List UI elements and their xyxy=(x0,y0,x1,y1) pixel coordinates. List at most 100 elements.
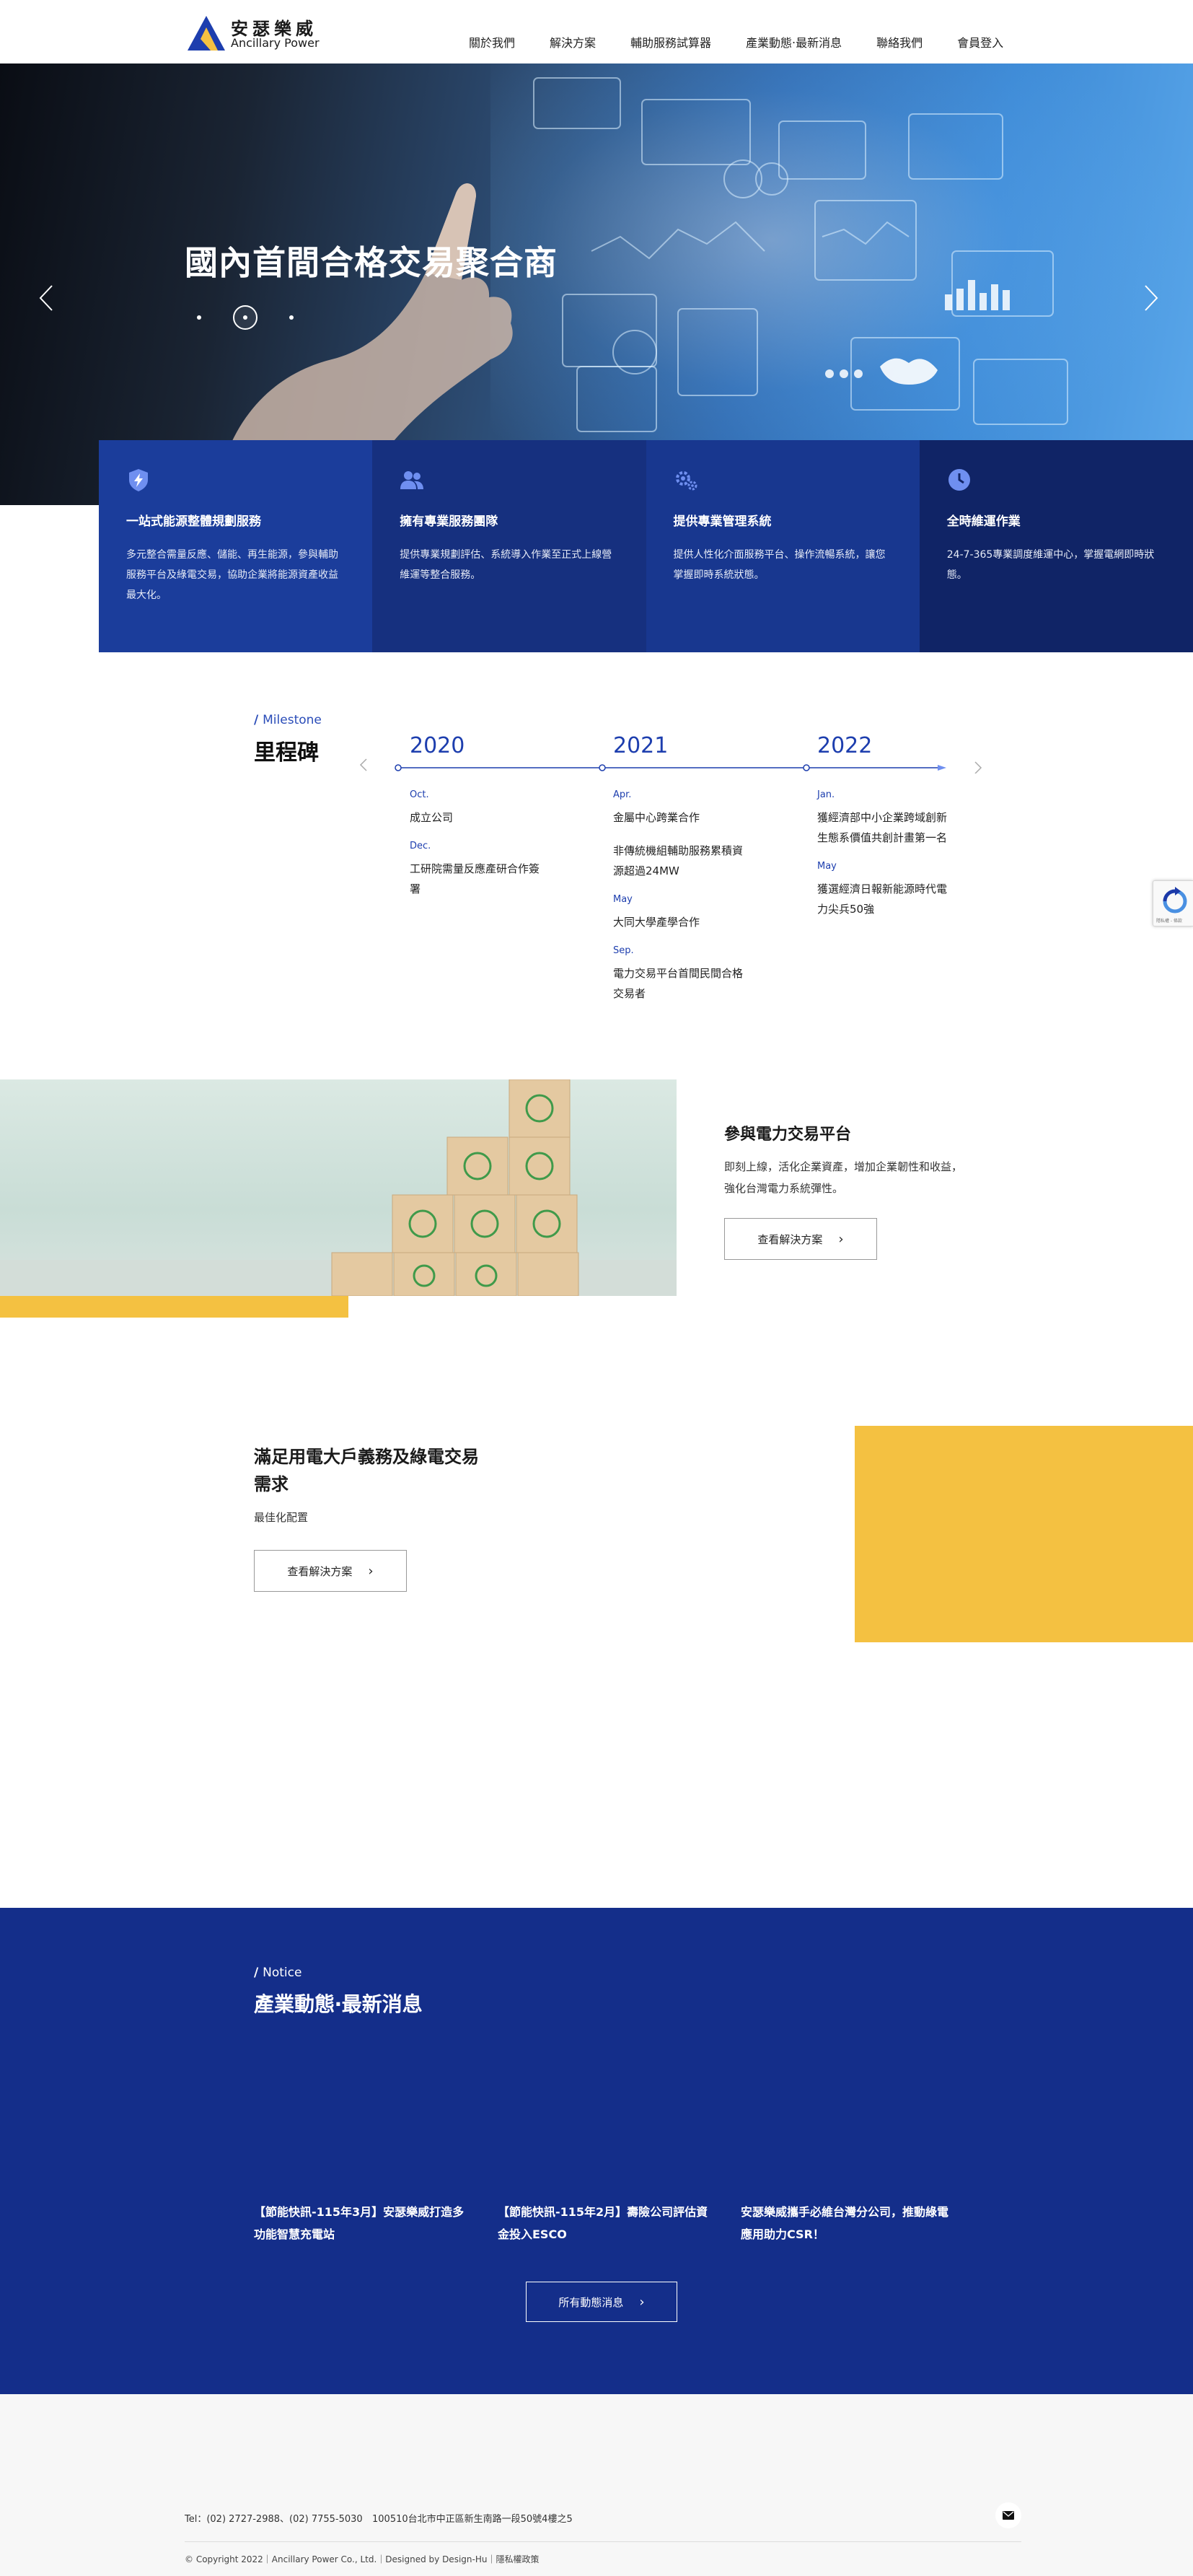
milestone-month: Jan. xyxy=(817,789,835,800)
team-icon xyxy=(400,471,424,489)
milestone-event: 大同大學產學合作 xyxy=(613,916,700,929)
hero-slide-dot[interactable] xyxy=(289,315,294,320)
feature-card-maintenance: 全時維運作業 24-7-365專業調度維運中心，掌握電網即時狀態。 xyxy=(919,440,1193,652)
nav-item-contact[interactable]: 聯絡我們 xyxy=(876,33,923,51)
milestone-event: 金屬中心跨業合作 xyxy=(613,811,700,824)
platform-solution-button[interactable]: 查看解決方案 › xyxy=(724,1218,877,1260)
hero-hologram-graphic xyxy=(533,77,1068,432)
mail-button[interactable] xyxy=(995,2502,1021,2528)
hero-slide-dot[interactable] xyxy=(197,315,201,320)
milestone-event: 工研院需量反應產研合作簽署 xyxy=(410,862,540,895)
nav-item-login[interactable]: 會員登入 xyxy=(957,33,1003,51)
milestone-event: 成立公司 xyxy=(410,811,454,824)
news-item[interactable]: 安瑟樂威攜手必維台灣分公司，推動綠電應用助力CSR！ xyxy=(741,2201,957,2246)
chevron-right-icon: › xyxy=(639,2294,645,2310)
brand-logo[interactable]: 安瑟樂威 Ancillary Power xyxy=(186,14,330,52)
milestone-event: 非傳統機組輔助服務累積資源超過24MW xyxy=(613,844,744,877)
milestone-tag: / Milestone xyxy=(254,713,322,727)
accent-bar-yellow xyxy=(0,1296,348,1318)
feature-title: 擁有專業服務團隊 xyxy=(400,514,498,529)
hero-slide-dot-core xyxy=(243,315,247,320)
copyright-text: © Copyright 2022｜Ancillary Power Co., Lt… xyxy=(185,2554,496,2564)
feature-card-system: 提供專業管理系統 提供人性化介面服務平台、操作流暢系統，讓您掌握即時系統狀態。 xyxy=(646,440,920,652)
milestone-month: Apr. xyxy=(613,789,632,800)
recaptcha-badge[interactable]: 隱私權 - 條款 xyxy=(1153,880,1193,926)
chevron-left-icon xyxy=(39,285,53,311)
milestone-tag-text: Milestone xyxy=(263,713,322,727)
milestone-month: May xyxy=(817,861,837,872)
milestone-month: Sep. xyxy=(613,945,634,956)
wooden-blocks-graphic xyxy=(0,1079,677,1296)
feature-title: 提供專業管理系統 xyxy=(673,514,772,529)
feature-desc: 多元整合需量反應、儲能、再生能源，參與輔助服務平台及綠電交易，協助企業將能源資產… xyxy=(126,549,338,601)
feature-card-team: 擁有專業服務團隊 提供專業規劃評估、系統導入作業至正式上線營維運等整合服務。 xyxy=(372,440,646,652)
milestone-month: Dec. xyxy=(410,841,431,851)
feature-desc: 提供專業規劃評估、系統導入作業至正式上線營維運等整合服務。 xyxy=(400,549,612,581)
milestone-title: 里程碑 xyxy=(254,740,319,766)
timeline-prev-icon xyxy=(359,758,367,771)
notice-tag-text: Notice xyxy=(263,1966,302,1980)
milestone-event: 電力交易平台首間民間合格交易者 xyxy=(613,967,744,1000)
demand-subtitle: 最佳化配置 xyxy=(254,1511,309,1524)
timeline-next-icon xyxy=(974,761,982,774)
hero-banner: 國內首間合格交易聚合商 xyxy=(0,63,1193,505)
site-header: 安瑟樂威 Ancillary Power 關於我們 解決方案 輔助服務試算器 產… xyxy=(0,0,1193,63)
button-label: 所有動態消息 xyxy=(558,2295,624,2309)
milestone-month: Oct. xyxy=(410,789,429,800)
feature-title: 全時維運作業 xyxy=(946,514,1021,529)
demand-solution-button[interactable]: 查看解決方案 › xyxy=(254,1550,407,1592)
chevron-right-icon: › xyxy=(368,1563,374,1579)
notice-section: / Notice 產業動態‧最新消息 【節能快訊-115年3月】安瑟樂威打造多功… xyxy=(0,1908,1193,2394)
hero-prev-arrow[interactable] xyxy=(36,280,58,316)
feature-title: 一站式能源整體規劃服務 xyxy=(126,514,261,529)
notice-title: 產業動態‧最新消息 xyxy=(254,1992,423,2016)
nav-item-about[interactable]: 關於我們 xyxy=(469,33,515,51)
feature-cards: 一站式能源整體規劃服務 多元整合需量反應、儲能、再生能源，參與輔助服務平台及綠電… xyxy=(99,440,1193,652)
news-item[interactable]: 【節能快訊-115年2月】壽險公司評估資金投入ESCO xyxy=(498,2201,714,2246)
hero-next-arrow[interactable] xyxy=(1140,280,1161,316)
chevron-right-icon xyxy=(1145,285,1158,311)
clock-icon xyxy=(948,469,970,491)
main-nav: 關於我們 解決方案 輔助服務試算器 產業動態‧最新消息 聯絡我們 會員登入 xyxy=(469,33,1038,51)
site-footer: Tel：(02) 2727-2988、(02) 7755-5030 100510… xyxy=(0,2394,1193,2576)
gears-icon xyxy=(675,471,697,491)
milestone-event: 獲經濟部中小企業跨域創新生態系價值共創計畫第一名 xyxy=(817,811,948,844)
milestone-column-2022: Jan. 獲經濟部中小企業跨域創新生態系價值共創計畫第一名 May 獲選經濟日報… xyxy=(817,789,954,932)
notice-tag: / Notice xyxy=(254,1966,302,1980)
feature-desc: 提供人性化介面服務平台、操作流暢系統，讓您掌握即時系統狀態。 xyxy=(673,549,886,581)
all-news-button[interactable]: 所有動態消息 › xyxy=(526,2282,677,2322)
nav-item-calculator[interactable]: 輔助服務試算器 xyxy=(630,33,711,51)
hero-title: 國內首間合格交易聚合商 xyxy=(185,243,558,282)
brand-name-en: Ancillary Power xyxy=(231,36,320,50)
nav-item-news[interactable]: 產業動態‧最新消息 xyxy=(746,33,842,51)
footer-copyright: © Copyright 2022｜Ancillary Power Co., Lt… xyxy=(185,2553,539,2565)
nav-item-solutions[interactable]: 解決方案 xyxy=(550,33,596,51)
feature-desc: 24-7-365專業調度維運中心，掌握電網即時狀態。 xyxy=(946,549,1155,581)
footer-address: 100510台北市中正區新生南路一段50號4樓之5 xyxy=(372,2514,573,2525)
milestone-column-2021: Apr. 金屬中心跨業合作 非傳統機組輔助服務累積資源超過24MW May 大同… xyxy=(613,789,750,1017)
hero-slide-indicator xyxy=(188,303,317,332)
hero-slide-dot[interactable] xyxy=(233,305,257,330)
mail-icon xyxy=(1003,2511,1014,2520)
milestone-year: 2022 xyxy=(817,733,873,758)
milestone-year: 2021 xyxy=(613,733,669,758)
bolt-shield-icon xyxy=(129,469,148,491)
chevron-right-icon: › xyxy=(838,1231,844,1247)
button-label: 查看解決方案 xyxy=(757,1232,823,1246)
accent-block-yellow xyxy=(855,1426,1193,1642)
platform-title: 參與電力交易平台 xyxy=(724,1126,852,1144)
feature-card-planning: 一站式能源整體規劃服務 多元整合需量反應、儲能、再生能源，參與輔助服務平台及綠電… xyxy=(99,440,373,652)
privacy-policy-link[interactable]: 隱私權政策 xyxy=(496,2554,539,2564)
footer-phone: Tel：(02) 2727-2988、(02) 7755-5030 xyxy=(185,2514,363,2525)
logo-mark-icon xyxy=(188,16,225,51)
green-blocks-photo xyxy=(0,1079,677,1296)
milestone-year: 2020 xyxy=(410,733,465,758)
news-item[interactable]: 【節能快訊-115年3月】安瑟樂威打造多功能智慧充電站 xyxy=(254,2201,470,2246)
button-label: 查看解決方案 xyxy=(287,1564,353,1578)
milestone-month: May xyxy=(613,894,633,905)
platform-desc: 即刻上線，活化企業資產，增加企業韌性和收益，強化台灣電力系統彈性。 xyxy=(724,1160,963,1195)
milestone-event: 獲選經濟日報新能源時代電力尖兵50強 xyxy=(817,882,948,916)
demand-title: 滿足用電大戶義務及綠電交易需求 xyxy=(254,1447,479,1494)
milestone-column-2020: Oct. 成立公司 Dec. 工研院需量反應產研合作簽署 xyxy=(410,789,547,912)
footer-divider xyxy=(185,2541,1021,2542)
